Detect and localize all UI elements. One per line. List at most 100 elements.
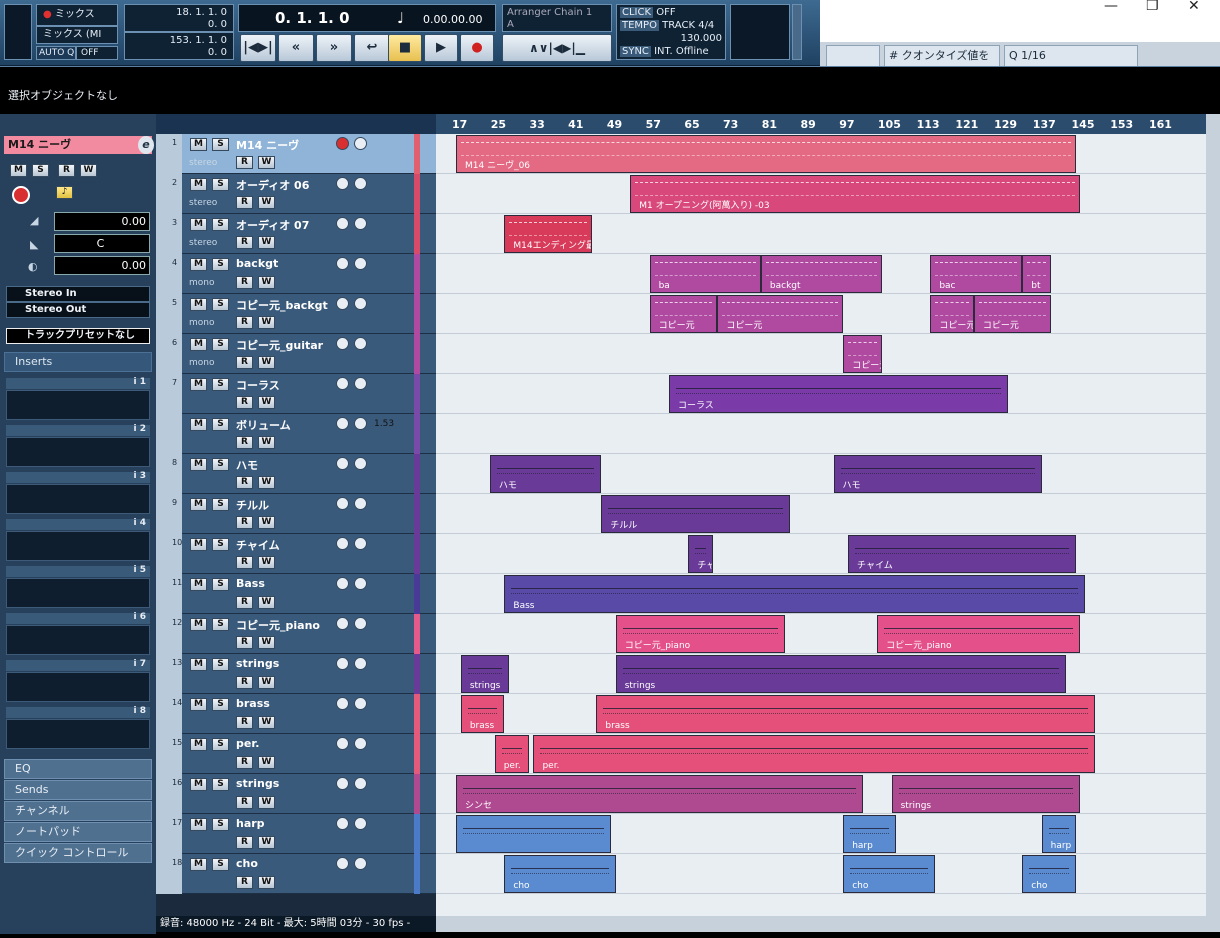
inspector-solo-button[interactable]: S: [32, 164, 49, 177]
record-enable-button[interactable]: [336, 177, 349, 190]
insert-slot[interactable]: [6, 484, 150, 514]
solo-button[interactable]: S: [212, 458, 229, 471]
track-row[interactable]: 4 M Sbackgt mono R W: [156, 254, 436, 294]
delay-field[interactable]: 0.00: [54, 256, 150, 275]
write-button[interactable]: W: [258, 596, 275, 609]
track-row[interactable]: 9 M S チルル R W: [156, 494, 436, 534]
audio-event[interactable]: ba: [649, 255, 761, 293]
write-button[interactable]: W: [258, 316, 275, 329]
monitor-button[interactable]: [354, 177, 367, 190]
read-button[interactable]: R: [236, 196, 253, 209]
mute-button[interactable]: M: [190, 258, 207, 271]
monitor-button[interactable]: [354, 337, 367, 350]
vertical-scrollbar[interactable]: [1206, 114, 1220, 916]
record-enable-button[interactable]: [336, 457, 349, 470]
solo-button[interactable]: S: [212, 138, 229, 151]
record-enable-button[interactable]: [336, 777, 349, 790]
track-name[interactable]: ボリューム: [236, 417, 291, 433]
solo-button[interactable]: S: [212, 778, 229, 791]
insert-slot[interactable]: [6, 531, 150, 561]
mute-button[interactable]: M: [190, 658, 207, 671]
mute-button[interactable]: M: [190, 578, 207, 591]
monitor-button[interactable]: [354, 737, 367, 750]
midi-part[interactable]: チャイム: [848, 535, 1076, 573]
track-row[interactable]: 5 M S コピー元_backgt mono R W: [156, 294, 436, 334]
inspector-read-button[interactable]: R: [58, 164, 75, 177]
write-button[interactable]: W: [258, 556, 275, 569]
record-enable-button[interactable]: [336, 417, 349, 430]
record-enable-button[interactable]: [336, 737, 349, 750]
track-name[interactable]: ハモ: [236, 457, 258, 473]
write-button[interactable]: W: [258, 636, 275, 649]
midi-part[interactable]: チャ: [688, 535, 713, 573]
write-button[interactable]: W: [258, 516, 275, 529]
track-row[interactable]: 1 M S M14 ニーヴ stereo R W: [156, 134, 436, 174]
midi-part[interactable]: strings: [615, 655, 1066, 693]
solo-button[interactable]: S: [212, 658, 229, 671]
solo-button[interactable]: S: [212, 578, 229, 591]
audio-event[interactable]: bac: [930, 255, 1023, 293]
read-button[interactable]: R: [236, 516, 253, 529]
read-button[interactable]: R: [236, 596, 253, 609]
midi-part[interactable]: harp: [1041, 815, 1076, 853]
solo-button[interactable]: S: [212, 298, 229, 311]
read-button[interactable]: R: [236, 476, 253, 489]
snap-mode-selector[interactable]: [826, 45, 880, 67]
monitor-button[interactable]: [354, 297, 367, 310]
mute-button[interactable]: M: [190, 738, 207, 751]
inspector-note-icon[interactable]: ♪: [56, 186, 73, 199]
solo-button[interactable]: S: [212, 498, 229, 511]
midi-part[interactable]: cho: [843, 855, 936, 893]
track-row[interactable]: 6 M S コピー元_guitar mono R W: [156, 334, 436, 374]
record-enable-button[interactable]: [336, 137, 349, 150]
read-button[interactable]: R: [236, 636, 253, 649]
track-name[interactable]: Bass: [236, 577, 265, 590]
read-button[interactable]: R: [236, 716, 253, 729]
write-button[interactable]: W: [258, 156, 275, 169]
write-button[interactable]: W: [258, 356, 275, 369]
midi-part[interactable]: シンセ: [456, 775, 863, 813]
track-preset-selector[interactable]: トラックプリセットなし: [6, 328, 150, 344]
close-icon[interactable]: ✕: [1188, 0, 1200, 14]
write-button[interactable]: W: [258, 796, 275, 809]
track-name[interactable]: strings: [236, 777, 279, 790]
write-button[interactable]: W: [258, 876, 275, 889]
track-name[interactable]: M14 ニーヴ: [236, 137, 299, 153]
midi-part[interactable]: strings: [460, 655, 510, 693]
ruler[interactable]: 17 25 33 41 49 57 65 73 81 89 97 105 113 121 129 137 145…: [436, 114, 1206, 134]
pan-field[interactable]: C: [54, 234, 150, 253]
minimize-icon[interactable]: —: [1104, 0, 1118, 14]
midi-part[interactable]: brass: [596, 695, 1095, 733]
input-routing[interactable]: Stereo In: [6, 286, 150, 302]
mute-button[interactable]: M: [190, 858, 207, 871]
track-row[interactable]: 2 M S オーディオ 06 stereo R W: [156, 174, 436, 214]
quantize-value[interactable]: Q 1/16: [1004, 45, 1138, 67]
record-enable-button[interactable]: [336, 657, 349, 670]
left-locator[interactable]: 18. 1. 1. 0 0. 0: [124, 4, 234, 32]
track-row[interactable]: 10 M S チャイム R W: [156, 534, 436, 574]
midi-part[interactable]: per.: [494, 735, 529, 773]
monitor-button[interactable]: [354, 537, 367, 550]
midi-part[interactable]: cho: [504, 855, 616, 893]
midi-part[interactable]: ハモ: [833, 455, 1042, 493]
write-button[interactable]: W: [258, 436, 275, 449]
solo-button[interactable]: S: [212, 178, 229, 191]
track-row[interactable]: M S ボリューム 1.53 R W: [156, 414, 436, 454]
midi-part[interactable]: ハモ: [489, 455, 602, 493]
read-button[interactable]: R: [236, 436, 253, 449]
record-enable-button[interactable]: [336, 217, 349, 230]
record-enable-button[interactable]: [336, 857, 349, 870]
track-row[interactable]: 16 M Sstrings R W: [156, 774, 436, 814]
solo-button[interactable]: S: [212, 698, 229, 711]
read-button[interactable]: R: [236, 356, 253, 369]
mix-top-selector[interactable]: ● ミックス: [36, 4, 118, 26]
midi-part[interactable]: brass: [460, 695, 505, 733]
track-row[interactable]: 14 M Sbrass R W: [156, 694, 436, 734]
record-enable-button[interactable]: [336, 617, 349, 630]
inspector-mute-button[interactable]: M: [10, 164, 27, 177]
inserts-section[interactable]: Inserts: [4, 352, 152, 372]
midi-part[interactable]: cho: [1022, 855, 1076, 893]
inspector-section-1[interactable]: Sends: [4, 780, 152, 800]
audio-event[interactable]: M14 ニーヴ_06: [456, 135, 1076, 173]
event-display[interactable]: M14 ニーヴ_06 M1 オープニング(阿萬入り) -03 M14エンディング最初…: [436, 134, 1206, 916]
